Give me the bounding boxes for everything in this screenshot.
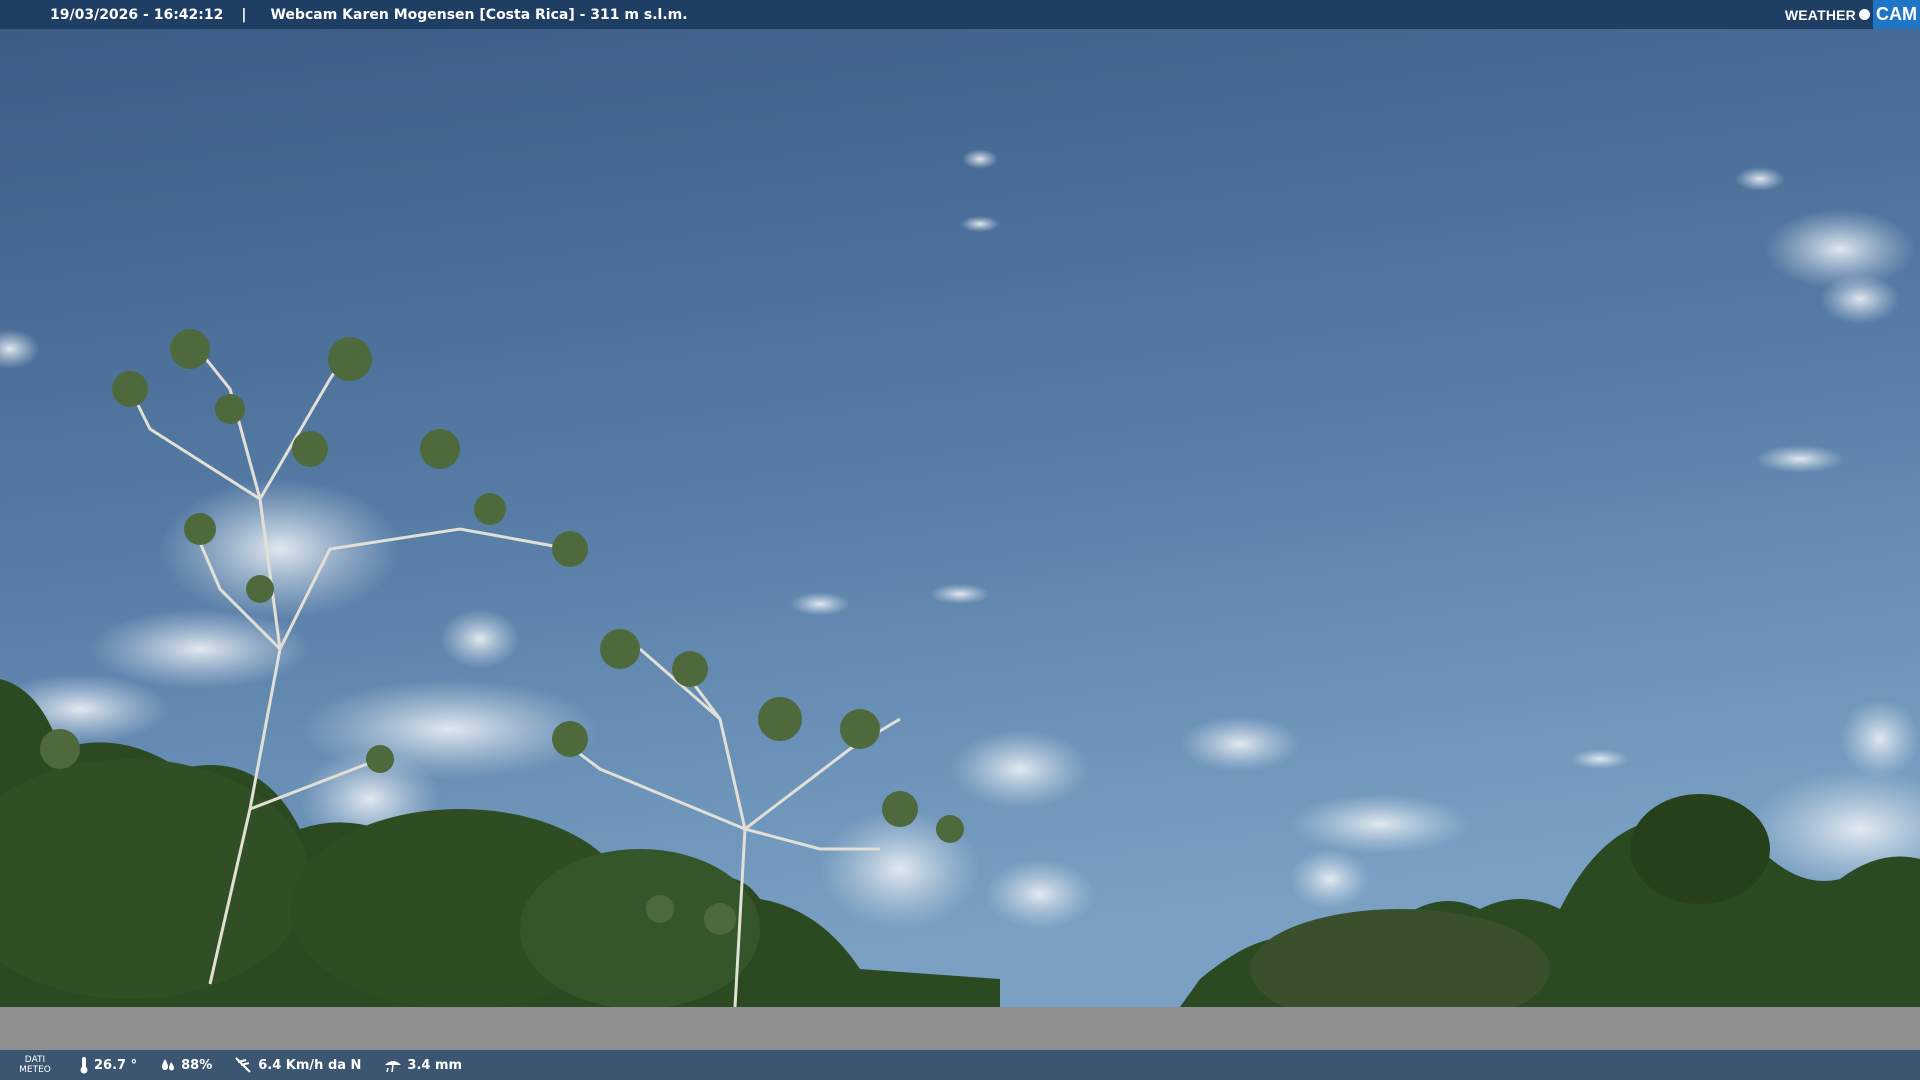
label-line2: METEO: [19, 1065, 51, 1075]
rain-readout: 3.4 mm: [383, 1057, 462, 1073]
webcam-title: Webcam Karen Mogensen [Costa Rica] - 311…: [270, 6, 688, 23]
top-info-bar: 19/03/2026 - 16:42:12 | Webcam Karen Mog…: [0, 0, 1920, 29]
weather-data-bar: DATI METEO 26.7 ° 88% 6.4 Km/h da N 3.4 …: [0, 1050, 1920, 1080]
logo-dot-icon: [1859, 9, 1870, 20]
rain-value: 3.4 mm: [407, 1057, 463, 1073]
rain-icon: [385, 1061, 402, 1073]
webcam-scene-svg: [0, 29, 1920, 1007]
label-line1: DATI: [24, 1055, 46, 1065]
weathercam-logo: WEATHER CAM: [1785, 0, 1920, 29]
humidity-icon: [162, 1059, 175, 1071]
logo-cam-text: CAM: [1873, 0, 1920, 29]
timestamp: 19/03/2026 - 16:42:12: [50, 6, 224, 23]
wind-readout: 6.4 Km/h da N: [234, 1056, 361, 1074]
logo-weather-text: WEATHER: [1784, 6, 1856, 23]
humidity-readout: 88%: [159, 1057, 212, 1073]
webcam-image: [0, 29, 1920, 1007]
temperature-readout: 26.7 °: [78, 1056, 137, 1074]
wind-value: 6.4 Km/h da N: [258, 1057, 362, 1073]
temperature-value: 26.7 °: [94, 1057, 138, 1073]
thermometer-icon: [80, 1057, 88, 1074]
weather-data-label: DATI METEO: [0, 1055, 70, 1075]
wind-icon: [235, 1057, 251, 1073]
title-separator: |: [241, 6, 247, 23]
overlay-strip: [0, 1007, 1920, 1050]
humidity-value: 88%: [181, 1057, 213, 1073]
